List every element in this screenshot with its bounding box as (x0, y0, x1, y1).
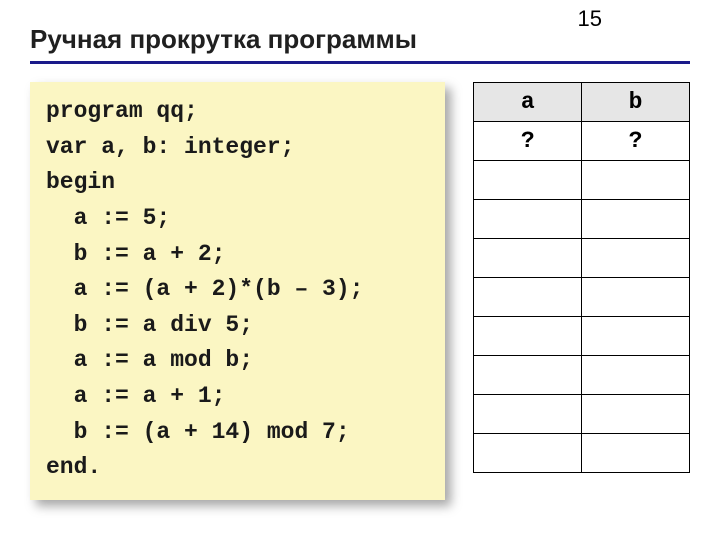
table-row (474, 356, 690, 395)
table-row: ? ? (474, 122, 690, 161)
slide: 15 Ручная прокрутка программы program qq… (0, 0, 720, 540)
cell-a (474, 395, 582, 434)
table-header-row: a b (474, 83, 690, 122)
code-line: a := a + 1; (46, 383, 225, 409)
cell-a (474, 317, 582, 356)
code-line: var a, b: integer; (46, 134, 294, 160)
cell-b (582, 395, 690, 434)
cell-a (474, 200, 582, 239)
table-row (474, 200, 690, 239)
code-line: a := 5; (46, 205, 170, 231)
cell-b (582, 161, 690, 200)
table-row (474, 239, 690, 278)
cell-b (582, 434, 690, 473)
table-row (474, 161, 690, 200)
cell-b: ? (582, 122, 690, 161)
title-divider (30, 61, 690, 64)
cell-a (474, 278, 582, 317)
code-line: begin (46, 169, 115, 195)
col-header-a: a (474, 83, 582, 122)
table-row (474, 395, 690, 434)
code-line: program qq; (46, 98, 198, 124)
code-line: b := (a + 14) mod 7; (46, 419, 350, 445)
code-line: b := a div 5; (46, 312, 253, 338)
cell-b (582, 200, 690, 239)
table-row (474, 434, 690, 473)
content-area: program qq; var a, b: integer; begin a :… (30, 82, 690, 500)
cell-a (474, 239, 582, 278)
code-block: program qq; var a, b: integer; begin a :… (30, 82, 445, 500)
cell-b (582, 278, 690, 317)
trace-table: a b ? ? (473, 82, 690, 473)
code-line: a := (a + 2)*(b – 3); (46, 276, 363, 302)
cell-b (582, 239, 690, 278)
cell-a (474, 161, 582, 200)
code-line: end. (46, 454, 101, 480)
code-line: b := a + 2; (46, 241, 225, 267)
table-row (474, 317, 690, 356)
table-row (474, 278, 690, 317)
col-header-b: b (582, 83, 690, 122)
code-line: a := a mod b; (46, 347, 253, 373)
cell-b (582, 317, 690, 356)
cell-a: ? (474, 122, 582, 161)
cell-b (582, 356, 690, 395)
cell-a (474, 356, 582, 395)
cell-a (474, 434, 582, 473)
page-number: 15 (578, 6, 602, 32)
